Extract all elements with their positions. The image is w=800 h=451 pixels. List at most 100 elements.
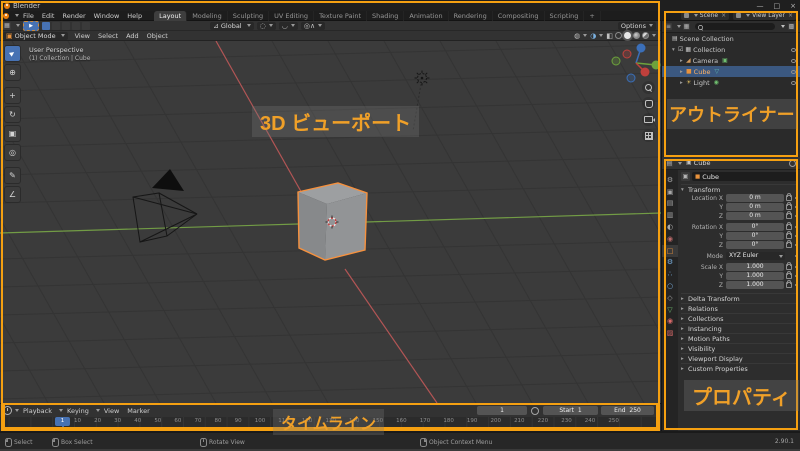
- tab-tool[interactable]: ⚙: [662, 174, 678, 186]
- menu-marker[interactable]: Marker: [123, 407, 153, 415]
- tab-modifiers[interactable]: ⚙: [662, 257, 678, 269]
- tab-view-layer[interactable]: ▥: [662, 209, 678, 221]
- pan-hand-icon[interactable]: [642, 97, 655, 110]
- animate-dot-icon[interactable]: [794, 214, 797, 218]
- overlays-toggle-icon[interactable]: ◑: [590, 32, 596, 40]
- end-frame-field[interactable]: End 250: [601, 406, 654, 415]
- animate-dot-icon[interactable]: [794, 254, 797, 258]
- transform-tool-button[interactable]: ◎: [4, 144, 21, 161]
- add-workspace-button[interactable]: +: [584, 10, 601, 21]
- section-motion-paths[interactable]: ▸ Motion Paths: [681, 333, 797, 343]
- tab-layout[interactable]: Layout: [154, 10, 188, 21]
- lock-icon[interactable]: [786, 222, 792, 230]
- rotate-tool-button[interactable]: ↻: [4, 106, 21, 123]
- remove-view-layer-icon[interactable]: ×: [788, 12, 793, 19]
- checkbox-icon[interactable]: ☑: [678, 46, 683, 53]
- move-tool-button[interactable]: +: [4, 87, 21, 104]
- perspective-toggle-icon[interactable]: [642, 129, 655, 142]
- menu-object[interactable]: Object: [143, 32, 172, 40]
- tab-sculpting[interactable]: Sculpting: [228, 10, 270, 21]
- navigation-gizmo[interactable]: [611, 43, 661, 83]
- loc-y-field[interactable]: 0 m: [726, 203, 784, 211]
- annotate-tool-button[interactable]: ✎: [4, 167, 21, 184]
- tab-object-data[interactable]: ▽: [662, 304, 678, 316]
- animate-dot-icon[interactable]: [794, 205, 797, 209]
- section-instancing[interactable]: ▸ Instancing: [681, 323, 797, 333]
- transform-orientation-dropdown[interactable]: ⊿ Global: [210, 21, 254, 30]
- section-collections[interactable]: ▸ Collections: [681, 313, 797, 323]
- lock-icon[interactable]: [786, 271, 792, 279]
- shading-solid-button[interactable]: [624, 32, 631, 39]
- rot-y-field[interactable]: 0°: [726, 232, 784, 240]
- outliner-row-cube[interactable]: ▸ ■ Cube ▽: [662, 66, 800, 77]
- shading-dropdown-icon[interactable]: [652, 34, 656, 37]
- proportional-editing-dropdown[interactable]: ◎ ∧: [300, 21, 326, 30]
- tab-particles[interactable]: ∴: [662, 268, 678, 280]
- new-collection-icon[interactable]: ▦: [683, 23, 690, 30]
- section-relations[interactable]: ▸ Relations: [681, 303, 797, 313]
- eye-icon[interactable]: [791, 58, 796, 63]
- eye-icon[interactable]: [791, 80, 796, 85]
- select-box-tool-button[interactable]: ▶: [4, 45, 21, 62]
- section-visibility[interactable]: ▸ Visibility: [681, 343, 797, 353]
- lock-icon[interactable]: [786, 240, 792, 248]
- scale-tool-button[interactable]: ▣: [4, 125, 21, 142]
- tab-compositing[interactable]: Compositing: [493, 10, 545, 21]
- scale-y-field[interactable]: 1.000: [726, 272, 784, 280]
- tab-animation[interactable]: Animation: [404, 10, 449, 21]
- tab-object[interactable]: □: [662, 244, 678, 257]
- section-transform[interactable]: ▾ Transform: [681, 184, 797, 194]
- menu-view[interactable]: View: [71, 32, 94, 40]
- lock-icon[interactable]: [786, 262, 792, 270]
- object-name-field[interactable]: ■ Cube: [692, 172, 797, 181]
- editor-type-icon[interactable]: ▦: [3, 21, 11, 30]
- menu-view[interactable]: View: [100, 407, 123, 415]
- menu-add[interactable]: Add: [122, 32, 143, 40]
- menu-keying[interactable]: Keying: [63, 407, 93, 415]
- zoom-icon[interactable]: [642, 81, 655, 94]
- outliner-filter-icon[interactable]: ▩: [788, 23, 795, 30]
- section-custom-properties[interactable]: ▸ Custom Properties: [681, 363, 797, 373]
- select-mode-new-icon[interactable]: [42, 21, 50, 30]
- rot-z-field[interactable]: 0°: [726, 241, 784, 249]
- lock-icon[interactable]: [786, 202, 792, 210]
- gizmos-toggle-icon[interactable]: ◍: [574, 32, 580, 40]
- tab-physics[interactable]: ○: [662, 280, 678, 292]
- view-layer-selector[interactable]: View Layer ×: [733, 11, 796, 20]
- tab-texture[interactable]: ▨: [662, 327, 678, 339]
- xray-toggle-icon[interactable]: ◧: [606, 32, 613, 40]
- tab-scene[interactable]: ◐: [662, 221, 678, 233]
- outliner-row-scene-collection[interactable]: ▤ Scene Collection: [662, 33, 800, 44]
- options-dropdown[interactable]: Options: [617, 21, 656, 30]
- menu-help[interactable]: Help: [123, 12, 146, 20]
- default-cube[interactable]: [297, 182, 368, 261]
- lock-icon[interactable]: [786, 211, 792, 219]
- clock-icon[interactable]: [3, 406, 12, 415]
- tab-shading[interactable]: Shading: [367, 10, 405, 21]
- menu-window[interactable]: Window: [90, 12, 124, 20]
- tab-texture-paint[interactable]: Texture Paint: [314, 10, 368, 21]
- eye-icon[interactable]: [791, 47, 796, 52]
- tab-rendering[interactable]: Rendering: [449, 10, 493, 21]
- snap-dropdown[interactable]: ◡: [278, 21, 298, 30]
- menu-render[interactable]: Render: [58, 12, 89, 20]
- tab-output[interactable]: ▤: [662, 198, 678, 210]
- animate-dot-icon[interactable]: [794, 225, 797, 229]
- outliner-search-input[interactable]: [695, 23, 775, 30]
- scene-selector[interactable]: Scene ×: [680, 11, 730, 20]
- viewport-scene[interactable]: [0, 41, 661, 403]
- rotation-mode-dropdown[interactable]: XYZ Euler: [726, 252, 785, 260]
- active-tool-button[interactable]: ▶: [23, 20, 39, 31]
- animate-dot-icon[interactable]: [794, 274, 797, 278]
- outliner-row-collection[interactable]: ▾ ☑ ▦ Collection: [662, 44, 800, 55]
- unlink-scene-icon[interactable]: ×: [721, 12, 726, 19]
- current-frame-field[interactable]: 1: [477, 406, 527, 415]
- animate-dot-icon[interactable]: [794, 283, 797, 287]
- lock-icon[interactable]: [786, 193, 792, 201]
- lock-icon[interactable]: [786, 231, 792, 239]
- scale-z-field[interactable]: 1.000: [726, 281, 784, 289]
- playhead[interactable]: 1: [55, 417, 70, 426]
- filter-funnel-icon[interactable]: [781, 25, 785, 28]
- animate-dot-icon[interactable]: [794, 196, 797, 200]
- viewport-3d[interactable]: User Perspective (1) Collection | Cube ▶…: [0, 41, 661, 403]
